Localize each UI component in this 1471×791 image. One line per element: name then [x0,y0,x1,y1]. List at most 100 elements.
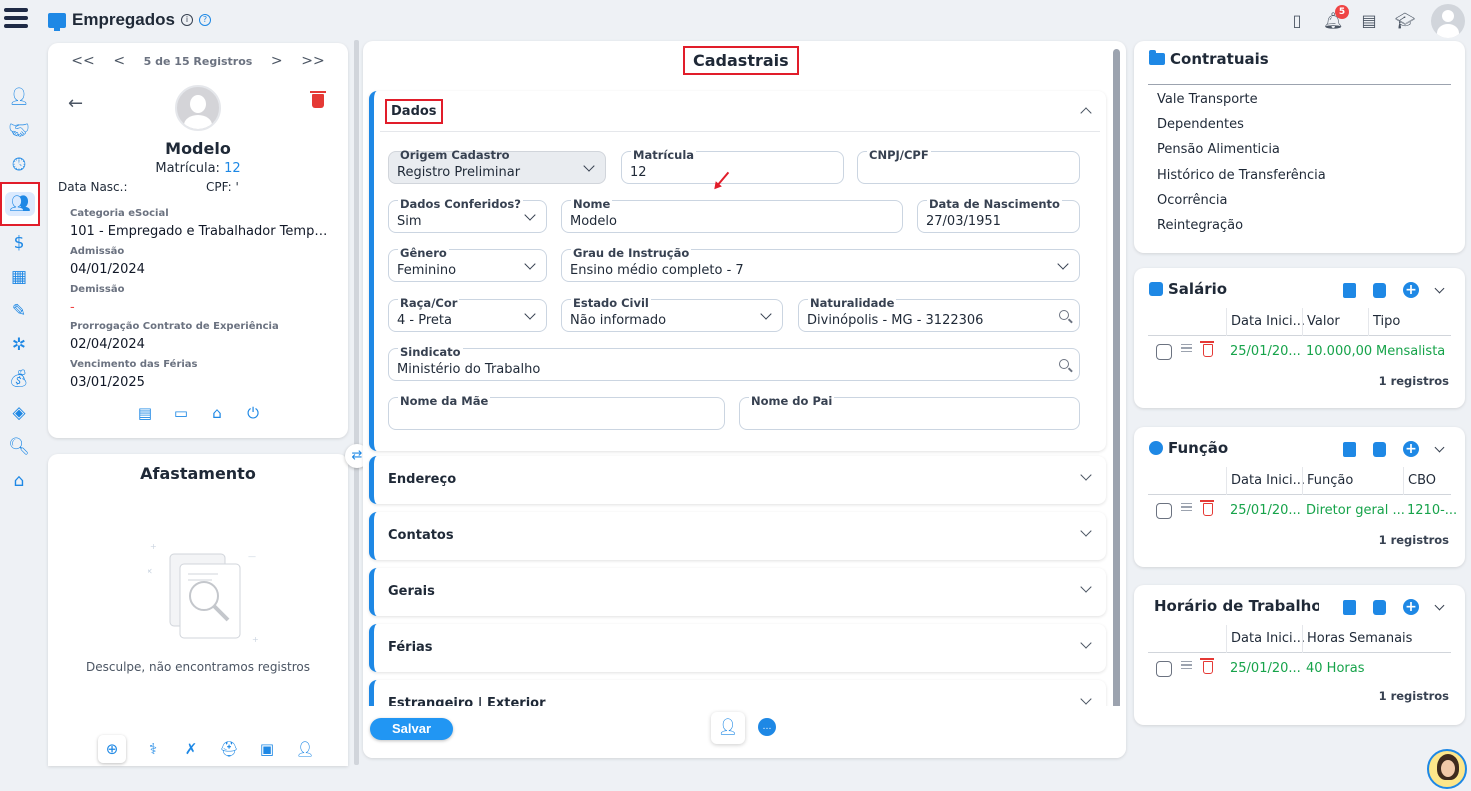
list-icon[interactable] [1373,599,1386,615]
table-row[interactable]: 25/01/20... Diretor geral ... 1210-... [1148,497,1457,527]
list-icon[interactable] [1373,441,1386,457]
section-contatos[interactable]: Contatos [369,512,1106,560]
add-icon[interactable]: + [1403,282,1419,298]
raca-cor-select[interactable]: Raça/Cor 4 - Preta [388,296,547,332]
tools-icon[interactable]: ✗ [180,738,202,760]
row-checkbox[interactable] [1156,661,1172,677]
info-icon[interactable]: i [180,14,193,26]
trash-icon[interactable] [1200,341,1214,357]
contratuais-item[interactable]: Histórico de Transferência [1157,167,1326,192]
nome-field[interactable]: Nome Modelo [561,197,903,233]
panel-splitter[interactable] [354,40,359,765]
nav-network-icon[interactable]: ✲ [0,328,38,362]
document-icon[interactable]: ▯ [1287,11,1307,31]
nav-home-icon[interactable]: ⌂ [0,464,38,498]
chevron-down-icon[interactable] [1434,283,1445,293]
report-icon[interactable] [1343,599,1356,615]
search-icon[interactable] [1059,359,1069,369]
table-row[interactable]: 25/01/20... 40 Horas [1148,655,1451,685]
drag-handle-icon[interactable] [1181,503,1192,511]
first-record-button[interactable]: << [71,53,94,69]
add-circle-icon[interactable]: ⊕ [98,735,126,763]
column-header[interactable]: Tipo [1373,314,1400,329]
next-record-button[interactable]: > [271,53,283,69]
trash-icon[interactable] [1200,500,1214,516]
report-search-icon[interactable]: ▤ [1359,11,1379,31]
report-icon[interactable] [1343,441,1356,457]
employee-avatar[interactable] [175,85,221,131]
nome-pai-field[interactable]: Nome do Pai [739,394,1080,430]
power-icon[interactable]: ⏻ [244,405,262,421]
origem-cadastro-select[interactable]: Origem Cadastro Registro Preliminar [388,148,606,184]
sindicato-field[interactable]: Sindicato Ministério do Trabalho [388,345,1080,381]
drag-handle-icon[interactable] [1181,344,1192,352]
column-header[interactable]: Data Inici... [1231,631,1305,646]
matricula-field[interactable]: Matrícula 12 [621,148,844,184]
nav-dollar-icon[interactable]: $ [0,226,38,260]
chevron-up-icon[interactable] [1080,107,1092,119]
bell-icon[interactable]: 🔔︎ 5 [1323,5,1349,31]
id-card-icon[interactable]: ▭ [172,405,190,421]
list-icon[interactable] [1373,282,1386,298]
user-remove-icon[interactable]: 👤︎ [294,738,316,760]
row-checkbox[interactable] [1156,344,1172,360]
hospital-icon[interactable]: ▣ [256,738,278,760]
previous-record-button[interactable]: < [113,53,125,69]
nav-handshake-icon[interactable]: 🤝︎ [0,114,38,148]
virtual-assistant-avatar[interactable] [1427,749,1467,789]
search-icon[interactable] [1059,310,1069,320]
section-ferias[interactable]: Férias [369,624,1106,672]
section-endereco[interactable]: Endereço [369,456,1106,504]
last-record-button[interactable]: >> [301,53,324,69]
help-icon[interactable]: ? [198,14,211,26]
chevron-down-icon[interactable] [1434,600,1445,610]
bank-icon[interactable]: ⌂ [208,405,226,421]
save-button[interactable]: Salvar [370,718,453,740]
report-icon[interactable] [1343,282,1356,298]
delete-employee-icon[interactable] [310,91,326,108]
table-row[interactable]: 25/01/20... 10.000,00 Mensalista [1148,338,1451,368]
chat-icon[interactable]: … [758,718,776,736]
contratuais-item[interactable]: Vale Transporte [1157,91,1326,116]
nav-employees-icon[interactable]: 👥︎ [0,182,40,226]
nav-clock-icon[interactable]: 🕓︎ [0,148,38,182]
nav-user-add-icon[interactable]: 👤︎ [0,80,38,114]
hard-hat-icon[interactable]: ⛑ [218,738,240,760]
scrollbar[interactable] [1113,49,1120,709]
column-header[interactable]: Função [1307,473,1353,488]
nav-calculator-icon[interactable]: ▦ [0,260,38,294]
drag-handle-icon[interactable] [1181,661,1192,669]
column-header[interactable]: CBO [1408,473,1436,488]
dados-conferidos-select[interactable]: Dados Conferidos? Sim [388,197,547,233]
matricula-value[interactable]: 12 [224,161,241,176]
contratuais-item[interactable]: Ocorrência [1157,192,1326,217]
naturalidade-field[interactable]: Naturalidade Divinópolis - MG - 3122306 [798,296,1080,332]
column-header[interactable]: Data Inici... [1231,473,1305,488]
nav-tools-icon[interactable]: ✎ [0,294,38,328]
back-arrow-icon[interactable]: ← [68,93,83,114]
section-gerais[interactable]: Gerais [369,568,1106,616]
add-icon[interactable]: + [1403,599,1419,615]
column-header[interactable]: Valor [1307,314,1340,329]
newspaper-icon[interactable]: ▤ [136,405,154,421]
estado-civil-select[interactable]: Estado Civil Não informado [561,296,783,332]
contratuais-item[interactable]: Pensão Alimenticia [1157,141,1326,166]
contratuais-item[interactable]: Reintegração [1157,217,1326,242]
column-header[interactable]: Data Inici... [1231,314,1305,329]
grau-instrucao-select[interactable]: Grau de Instrução Ensino médio completo … [561,246,1080,282]
stethoscope-icon[interactable]: ⚕ [142,738,164,760]
person-icon[interactable]: 👤︎ [711,712,745,744]
user-avatar[interactable] [1431,4,1465,38]
add-icon[interactable]: + [1403,441,1419,457]
chevron-down-icon[interactable] [1434,442,1445,452]
column-header[interactable]: Horas Semanais [1307,631,1412,646]
contratuais-item[interactable]: Dependentes [1157,116,1326,141]
nome-mae-field[interactable]: Nome da Mãe [388,394,725,430]
genero-select[interactable]: Gênero Feminino [388,246,547,282]
menu-icon[interactable] [4,8,28,32]
nav-layers-icon[interactable]: ◈ [0,396,38,430]
dados-section-title[interactable]: Dados [385,99,443,124]
data-nascimento-field[interactable]: Data de Nascimento 27/03/1951 [917,197,1080,233]
row-checkbox[interactable] [1156,503,1172,519]
trash-icon[interactable] [1200,658,1214,674]
